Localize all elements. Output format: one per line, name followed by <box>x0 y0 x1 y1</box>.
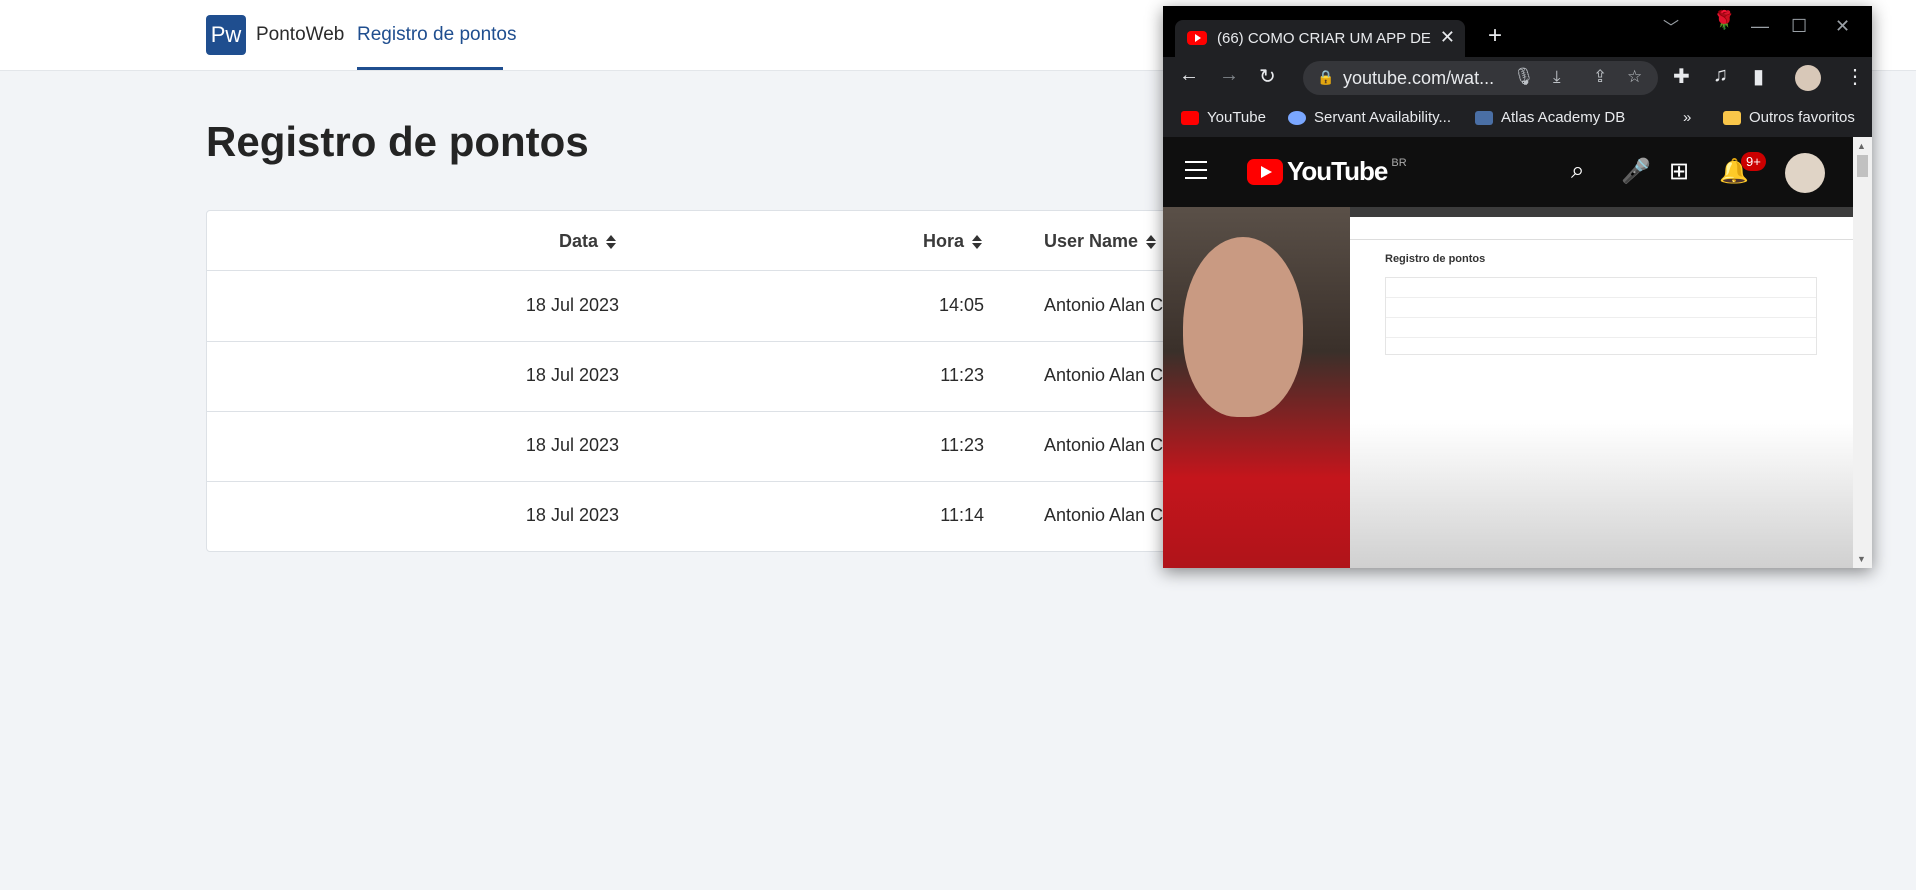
page-scrollbar[interactable]: ▲ ▼ <box>1853 137 1872 568</box>
browser-tab[interactable]: (66) COMO CRIAR UM APP DE RE ✕ <box>1175 20 1465 57</box>
bookmark-label: Atlas Academy DB <box>1501 109 1626 126</box>
sort-icon[interactable] <box>606 234 617 249</box>
column-header-user-name[interactable]: User Name <box>1044 231 1157 252</box>
servant-icon <box>1288 110 1306 125</box>
cell-date: 18 Jul 2023 <box>525 435 619 455</box>
cell-date: 18 Jul 2023 <box>525 365 619 385</box>
hamburger-menu-icon[interactable] <box>1185 161 1207 185</box>
cell-date: 18 Jul 2023 <box>525 505 619 525</box>
cell-user: Antonio Alan Ca <box>1044 295 1174 315</box>
nav-tab-registro[interactable]: Registro de pontos <box>357 24 517 46</box>
recorded-browser-bar <box>1350 207 1853 217</box>
scroll-down-icon[interactable]: ▼ <box>1857 554 1866 564</box>
side-panel-icon[interactable]: ▮ <box>1753 64 1764 89</box>
cell-time: 11:23 <box>940 365 984 385</box>
menu-kebab-icon[interactable]: ⋮ <box>1845 64 1865 89</box>
lock-icon[interactable]: 🔒 <box>1317 69 1334 86</box>
create-video-icon[interactable]: ⊞ <box>1669 157 1689 186</box>
back-icon[interactable]: ← <box>1179 64 1199 87</box>
media-control-icon[interactable]: ♫ <box>1713 64 1728 87</box>
presenter-face <box>1183 237 1303 417</box>
active-tab-indicator <box>357 67 503 70</box>
cell-user: Antonio Alan Ca <box>1044 435 1174 455</box>
youtube-wordmark: YouTube <box>1287 156 1388 186</box>
cell-time: 11:14 <box>940 505 984 525</box>
cell-time: 14:05 <box>938 295 984 315</box>
brand-name[interactable]: PontoWeb <box>256 24 344 46</box>
mic-blocked-icon[interactable]: 🎙 <box>1513 67 1535 87</box>
bookmark-star-icon[interactable]: ☆ <box>1627 67 1642 87</box>
cell-date: 18 Jul 2023 <box>525 295 619 315</box>
page-title: Registro de pontos <box>206 118 589 165</box>
install-icon[interactable]: ⤓ <box>1553 67 1561 87</box>
webcam-overlay <box>1163 207 1350 568</box>
notification-badge: 9+ <box>1741 152 1766 171</box>
country-code: BR <box>1391 156 1407 169</box>
bookmark-label: Servant Availability... <box>1314 109 1452 126</box>
url-text: youtube.com/wat... <box>1343 68 1495 88</box>
youtube-page: YouTube BR ⌕ 🎤 ⊞ 🔔 9+ Registro de pontos <box>1163 137 1853 568</box>
close-window-icon[interactable]: ✕ <box>1835 16 1850 37</box>
column-header-label: Data <box>559 231 599 251</box>
share-icon[interactable]: ⇪ <box>1593 67 1607 87</box>
youtube-play-icon <box>1247 158 1283 185</box>
forward-icon[interactable]: → <box>1219 64 1239 87</box>
column-header-label: Hora <box>923 231 965 251</box>
video-player[interactable]: Registro de pontos <box>1163 207 1853 568</box>
address-bar[interactable]: 🔒 youtube.com/wat... 🎙 ⤓ ⇪ ☆ <box>1303 61 1658 95</box>
maximize-icon[interactable]: ☐ <box>1791 16 1807 37</box>
profile-avatar[interactable] <box>1795 65 1821 91</box>
scroll-up-icon[interactable]: ▲ <box>1857 141 1866 151</box>
column-header-hora[interactable]: Hora <box>923 231 983 252</box>
bookmarks-overflow[interactable]: » <box>1683 109 1691 126</box>
scroll-thumb[interactable] <box>1857 155 1868 177</box>
youtube-icon <box>1181 110 1199 125</box>
cell-time: 11:23 <box>940 435 984 455</box>
tab-search-icon[interactable]: ﹀ <box>1663 14 1679 38</box>
microphone-icon[interactable]: 🎤 <box>1621 157 1651 186</box>
column-header-data[interactable]: Data <box>559 231 617 252</box>
rose-icon: 🌹 <box>1713 10 1736 30</box>
screen-recording: Registro de pontos <box>1350 207 1853 568</box>
recorded-page-title: Registro de pontos <box>1385 253 1486 265</box>
tab-strip: (66) COMO CRIAR UM APP DE RE ✕ + ﹀ 🌹 — ☐… <box>1163 6 1872 57</box>
bookmarks-bar: YouTube Servant Availability... Atlas Ac… <box>1163 99 1872 137</box>
recorded-table <box>1385 277 1817 355</box>
extensions-icon[interactable]: ✚ <box>1673 64 1690 89</box>
bookmark-label: YouTube <box>1207 109 1266 126</box>
folder-icon <box>1723 110 1741 125</box>
bookmark-youtube[interactable]: YouTube <box>1181 109 1266 126</box>
new-tab-icon[interactable]: + <box>1488 24 1502 48</box>
column-header-label: User Name <box>1044 231 1139 251</box>
cell-user: Antonio Alan Ca <box>1044 505 1174 525</box>
reload-icon[interactable]: ↻ <box>1259 64 1276 89</box>
search-icon[interactable]: ⌕ <box>1571 157 1584 185</box>
bookmark-servant[interactable]: Servant Availability... <box>1288 109 1451 126</box>
browser-toolbar: ← → ↻ 🔒 youtube.com/wat... 🎙 ⤓ ⇪ ☆ ✚ ♫ ▮… <box>1163 57 1872 99</box>
youtube-avatar[interactable] <box>1785 153 1825 193</box>
youtube-logo[interactable]: YouTube BR <box>1247 156 1407 187</box>
bookmark-label: Outros favoritos <box>1749 109 1855 126</box>
close-tab-icon[interactable]: ✕ <box>1440 27 1455 48</box>
cell-user: Antonio Alan Ca <box>1044 365 1174 385</box>
minimize-icon[interactable]: — <box>1751 16 1769 37</box>
sort-icon[interactable] <box>972 234 983 249</box>
bookmark-atlas[interactable]: Atlas Academy DB <box>1475 109 1625 126</box>
youtube-favicon-icon <box>1187 31 1207 45</box>
chrome-popup-window: (66) COMO CRIAR UM APP DE RE ✕ + ﹀ 🌹 — ☐… <box>1163 6 1872 568</box>
sort-icon[interactable] <box>1146 234 1157 249</box>
youtube-header: YouTube BR ⌕ 🎤 ⊞ 🔔 9+ <box>1163 137 1853 207</box>
pontoweb-logo[interactable]: Pw <box>206 15 246 55</box>
bookmark-outros[interactable]: Outros favoritos <box>1723 109 1855 126</box>
tab-title: (66) COMO CRIAR UM APP DE RE <box>1217 30 1432 47</box>
recorded-navbar <box>1350 217 1853 240</box>
atlas-icon <box>1475 110 1493 125</box>
